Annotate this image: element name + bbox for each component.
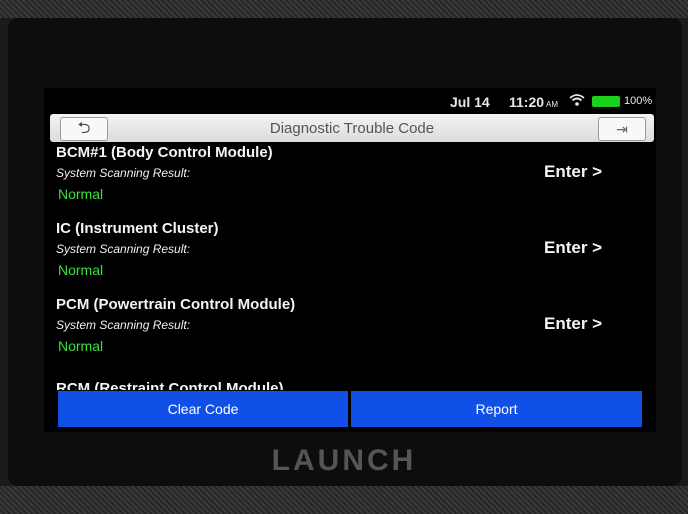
module-name: IC (Instrument Cluster)	[56, 220, 219, 237]
device-screen: Jul 14 11:20 AM 100% ⮌ Diagnostic Trouble…	[44, 88, 656, 432]
module-item-rcm[interactable]: RCM (Restraint Control Module)	[44, 380, 656, 390]
enter-button[interactable]: Enter >	[544, 162, 602, 182]
clear-code-button[interactable]: Clear Code	[58, 391, 348, 427]
scan-result-status: Normal	[58, 338, 104, 354]
title-bar: ⮌ Diagnostic Trouble Code ⇥	[50, 114, 654, 142]
scan-result-status: Normal	[58, 186, 104, 202]
exit-icon: ⇥	[616, 121, 628, 137]
exit-button[interactable]: ⇥	[598, 117, 646, 141]
status-time-value: 11:20	[509, 94, 545, 110]
module-item-ic[interactable]: IC (Instrument Cluster) System Scanning …	[44, 220, 656, 296]
device-bottom-edge	[0, 486, 688, 514]
scan-result-label: System Scanning Result:	[56, 166, 191, 180]
status-bar: Jul 14 11:20 AM 100%	[44, 88, 656, 114]
report-button[interactable]: Report	[351, 391, 642, 427]
battery-icon	[592, 96, 620, 107]
battery-percent: 100%	[624, 95, 653, 107]
module-name: RCM (Restraint Control Module)	[56, 380, 284, 390]
scan-result-status: Normal	[58, 262, 104, 278]
enter-button[interactable]: Enter >	[544, 314, 602, 334]
scan-result-label: System Scanning Result:	[56, 242, 191, 256]
module-item-pcm[interactable]: PCM (Powertrain Control Module) System S…	[44, 296, 656, 372]
action-bar: Clear Code Report	[58, 391, 642, 427]
scan-result-label: System Scanning Result:	[56, 318, 191, 332]
device-top-edge	[0, 0, 688, 18]
device-brand-logo: LAUNCH	[271, 444, 417, 477]
module-name: PCM (Powertrain Control Module)	[56, 296, 296, 313]
back-arrow-icon: ⮌	[77, 120, 91, 137]
status-time: 11:20 AM	[509, 94, 558, 110]
status-ampm: AM	[546, 100, 559, 109]
module-list: BCM#1 (Body Control Module) System Scann…	[44, 144, 656, 390]
enter-button[interactable]: Enter >	[544, 238, 602, 258]
module-item-bcm[interactable]: BCM#1 (Body Control Module) System Scann…	[44, 144, 656, 220]
page-title: Diagnostic Trouble Code	[269, 120, 435, 137]
back-button[interactable]: ⮌	[60, 117, 108, 141]
wifi-icon	[569, 93, 585, 110]
module-name: BCM#1 (Body Control Module)	[56, 144, 273, 161]
status-date: Jul 14	[450, 94, 490, 110]
